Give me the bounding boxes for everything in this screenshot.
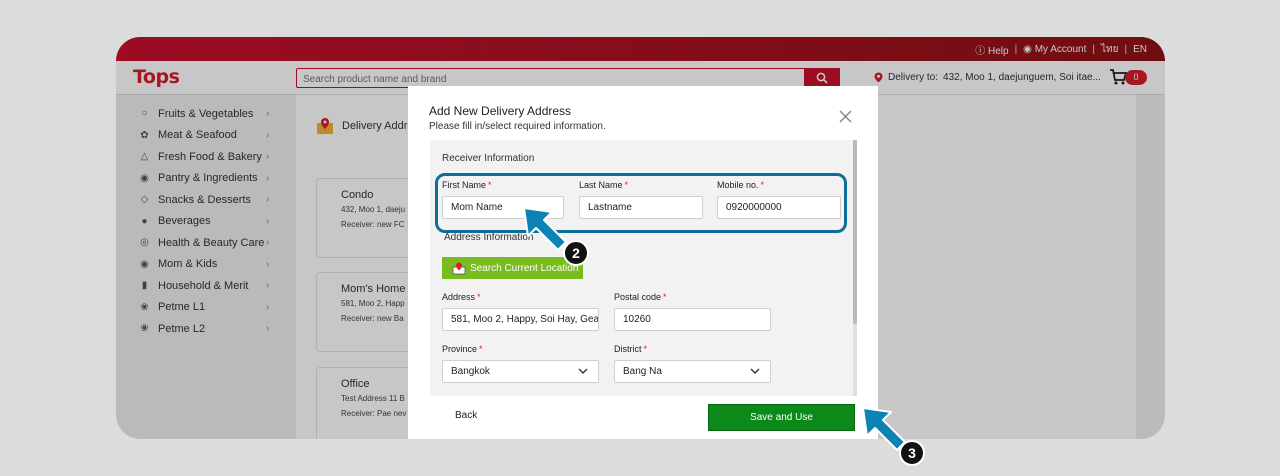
step-2-callout: 2 [563,240,589,266]
location-map-icon [452,262,466,274]
back-button[interactable]: Back [455,410,477,421]
modal-subtitle: Please fill in/select required informati… [429,121,606,132]
search-current-location-button[interactable]: Search Current Location [442,257,583,279]
province-select[interactable]: Bangkok [442,360,599,383]
district-label: District * [614,344,648,354]
receiver-fields-highlight [435,173,847,233]
province-label: Province * [442,344,483,354]
receiver-section-title: Receiver Information [442,153,535,164]
address-section-title: Address Information [444,232,534,243]
chevron-down-icon [578,368,588,374]
province-value: Bangkok [451,366,490,377]
district-select[interactable]: Bang Na [614,360,771,383]
add-address-modal: Add New Delivery Address Please fill in/… [408,86,878,439]
chevron-down-icon [750,368,760,374]
save-and-use-button[interactable]: Save and Use [708,404,855,431]
close-icon[interactable] [839,110,852,123]
scroll-thumb[interactable] [853,140,857,324]
modal-title: Add New Delivery Address [429,104,572,118]
locate-button-label: Search Current Location [470,262,579,274]
postal-code-field[interactable]: 10260 [614,308,771,331]
arrow-pointer-icon [523,207,567,251]
district-value: Bang Na [623,366,662,377]
step-3-callout: 3 [899,440,925,466]
postal-code-label: Postal code * [614,292,667,302]
address-label: Address * [442,292,481,302]
address-field[interactable]: 581, Moo 2, Happy, Soi Hay, Gea [442,308,599,331]
form-scrollbar[interactable] [853,140,857,396]
